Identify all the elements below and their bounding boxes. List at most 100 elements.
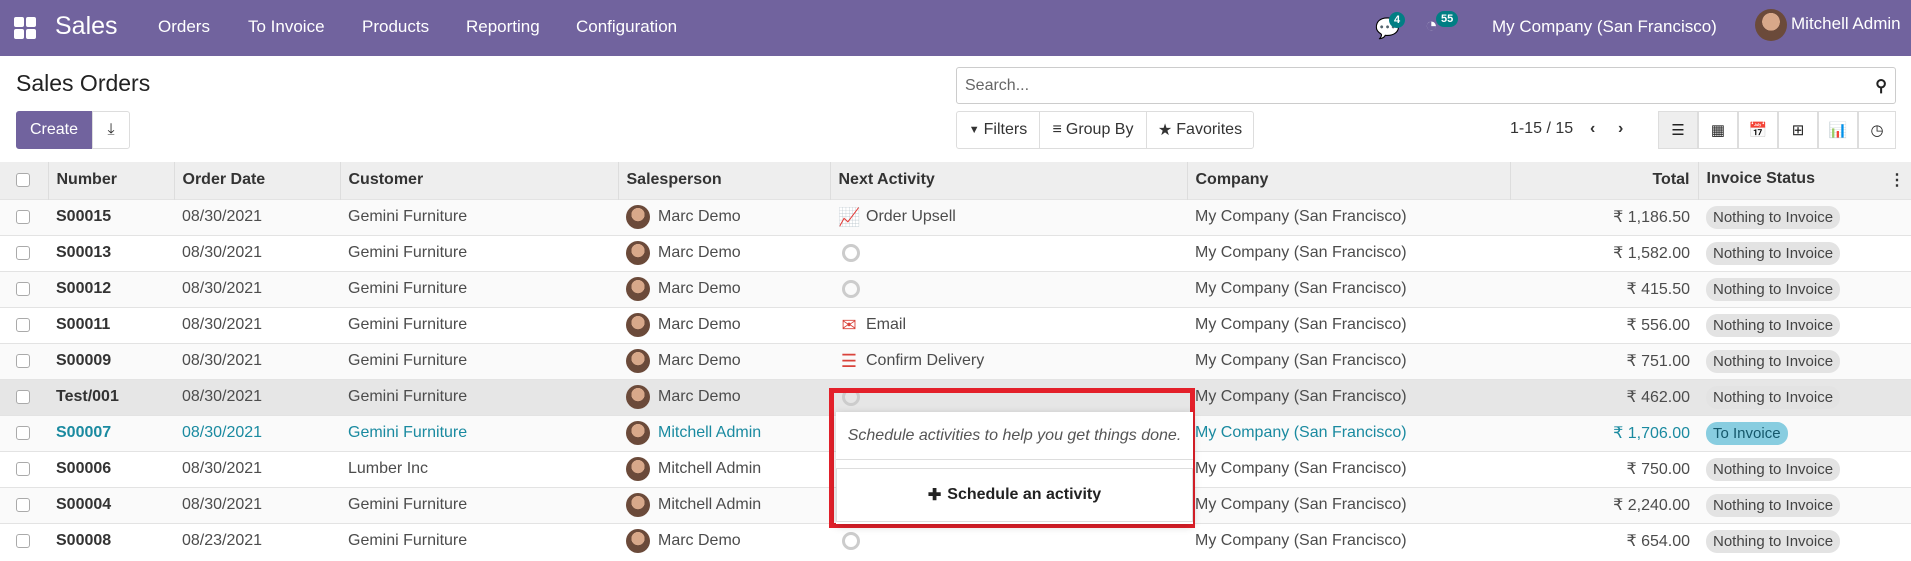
salesperson: Mitchell Admin (658, 496, 762, 514)
menu-orders[interactable]: Orders (158, 17, 210, 37)
clock-icon[interactable] (842, 243, 860, 262)
download-icon: ⤓ (107, 121, 115, 138)
search-input[interactable]: Search... ⚲ (956, 67, 1896, 104)
salesperson: Marc Demo (658, 316, 741, 334)
status-badge: Nothing to Invoice (1706, 493, 1841, 517)
row-checkbox[interactable] (16, 209, 30, 224)
table-row[interactable]: S00015 08/30/2021 Gemini Furniture Marc … (0, 198, 1911, 235)
list-view-icon[interactable]: ☰ (1658, 111, 1698, 149)
optional-columns-icon[interactable]: ⋮ (1889, 170, 1905, 190)
calendar-view-icon[interactable]: 📅 (1738, 111, 1778, 149)
group-by-button[interactable]: ≡ Group By (1039, 111, 1147, 149)
salesperson-cell: Mitchell Admin (618, 414, 830, 451)
avatar (626, 457, 650, 481)
table-row[interactable]: S00009 08/30/2021 Gemini Furniture Marc … (0, 342, 1911, 379)
order-number: S00013 (48, 234, 174, 271)
table-row[interactable]: S00012 08/30/2021 Gemini Furniture Marc … (0, 270, 1911, 307)
order-number: S00011 (48, 306, 174, 343)
salesperson-cell: Marc Demo (618, 306, 830, 343)
column-total[interactable]: Total (1509, 162, 1698, 199)
row-checkbox[interactable] (16, 461, 30, 476)
salesperson: Marc Demo (658, 352, 741, 370)
row-checkbox[interactable] (16, 534, 30, 549)
invoice-status-cell: Nothing to Invoice (1698, 522, 1911, 559)
avatar (626, 385, 650, 409)
salesperson-cell: Mitchell Admin (618, 450, 830, 487)
app-menu-icon[interactable] (14, 17, 36, 39)
row-checkbox[interactable] (16, 281, 30, 296)
order-date: 08/30/2021 (174, 378, 340, 415)
schedule-activity-button[interactable]: ✚ Schedule an activity (836, 468, 1193, 522)
order-date: 08/30/2021 (174, 198, 340, 235)
customer: Gemini Furniture (340, 378, 618, 415)
avatar (626, 493, 650, 517)
status-badge: Nothing to Invoice (1706, 385, 1841, 409)
column-company[interactable]: Company (1186, 162, 1510, 199)
user-avatar[interactable] (1755, 9, 1787, 41)
trend-up-icon[interactable]: 📈 (838, 207, 860, 227)
table-row[interactable]: S00008 08/23/2021 Gemini Furniture Marc … (0, 522, 1911, 559)
row-checkbox[interactable] (16, 317, 30, 332)
order-date: 08/30/2021 (174, 342, 340, 379)
menu-to-invoice[interactable]: To Invoice (248, 17, 325, 37)
clock-icon[interactable] (842, 532, 860, 551)
graph-view-icon[interactable]: 📊 (1818, 111, 1858, 149)
company-switcher[interactable]: My Company (San Francisco) (1492, 17, 1717, 37)
create-button[interactable]: Create (16, 111, 92, 149)
row-checkbox[interactable] (16, 425, 30, 440)
activity-view-icon[interactable]: ◷ (1858, 111, 1896, 149)
activity-label[interactable]: Email (866, 316, 906, 333)
pager-value[interactable]: 1-15 / 15 (1510, 120, 1573, 138)
invoice-status-cell: To Invoice (1698, 414, 1911, 451)
table-row[interactable]: S00011 08/30/2021 Gemini Furniture Marc … (0, 306, 1911, 343)
kanban-view-icon[interactable]: ▦ (1698, 111, 1738, 149)
column-salesperson[interactable]: Salesperson (617, 162, 830, 199)
avatar (626, 205, 650, 229)
salesperson: Mitchell Admin (658, 424, 762, 442)
user-menu[interactable]: Mitchell Admin (1791, 14, 1901, 34)
menu-configuration[interactable]: Configuration (576, 17, 677, 37)
next-activity-cell: 📈 Order Upsell (830, 198, 1187, 235)
search-placeholder: Search... (965, 76, 1030, 94)
menu-products[interactable]: Products (362, 17, 429, 37)
pager-previous-icon[interactable]: ‹ (1590, 120, 1595, 138)
next-activity-cell: ☰ Confirm Delivery (830, 342, 1187, 379)
activities-badge: 55 (1436, 11, 1459, 27)
tasks-icon[interactable]: ☰ (838, 351, 860, 371)
column-next-activity[interactable]: Next Activity (829, 162, 1187, 199)
menu-reporting[interactable]: Reporting (466, 17, 540, 37)
download-button[interactable]: ⤓ (92, 111, 130, 149)
column-customer[interactable]: Customer (339, 162, 618, 199)
column-number[interactable]: Number (47, 162, 174, 199)
activity-label[interactable]: Order Upsell (866, 208, 956, 225)
row-checkbox[interactable] (16, 497, 30, 512)
envelope-icon[interactable]: ✉ (838, 315, 860, 335)
order-number: S00006 (48, 450, 174, 487)
total: ₹ 750.00 (1510, 450, 1698, 487)
select-all-checkbox[interactable] (16, 173, 30, 188)
pivot-view-icon[interactable]: ⊞ (1778, 111, 1818, 149)
column-invoice-status[interactable]: Invoice Status ⋮ (1697, 162, 1911, 199)
bars-icon: ≡ (1052, 121, 1062, 138)
order-number: Test/001 (48, 378, 174, 415)
column-order-date[interactable]: Order Date (173, 162, 340, 199)
pager-next-icon[interactable]: › (1618, 120, 1623, 138)
total: ₹ 751.00 (1510, 342, 1698, 379)
row-checkbox[interactable] (16, 389, 30, 404)
row-checkbox[interactable] (16, 353, 30, 368)
filters-button[interactable]: ▼ Filters (956, 111, 1040, 149)
total: ₹ 1,186.50 (1510, 198, 1698, 235)
next-activity-cell: ✉ Email (830, 306, 1187, 343)
app-name[interactable]: Sales (55, 12, 118, 41)
avatar (626, 313, 650, 337)
row-checkbox[interactable] (16, 245, 30, 260)
customer: Gemini Furniture (340, 342, 618, 379)
search-icon[interactable]: ⚲ (1875, 76, 1887, 96)
salesperson-cell: Marc Demo (618, 234, 830, 271)
favorites-button[interactable]: ★ Favorites (1146, 111, 1254, 149)
avatar (626, 421, 650, 445)
activity-label[interactable]: Confirm Delivery (866, 352, 984, 369)
table-row[interactable]: S00013 08/30/2021 Gemini Furniture Marc … (0, 234, 1911, 271)
clock-icon[interactable] (842, 279, 860, 298)
top-navbar: Sales Orders To Invoice Products Reporti… (0, 0, 1911, 56)
